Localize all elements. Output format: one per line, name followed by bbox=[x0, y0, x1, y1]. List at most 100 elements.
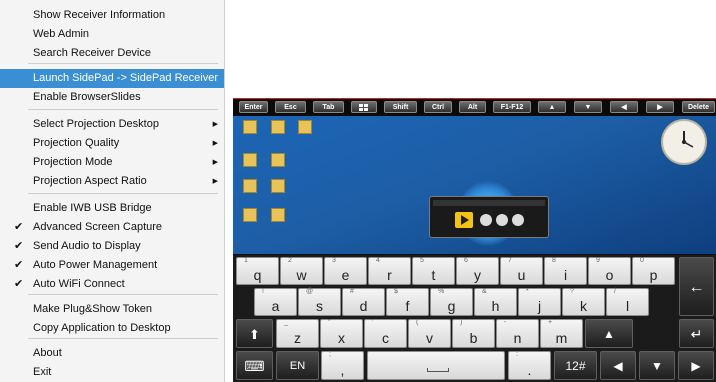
desktop-folder-icon[interactable] bbox=[243, 208, 257, 222]
menu-item-make-plug-show-token[interactable]: Make Plug&Show Token bbox=[0, 300, 224, 319]
shift-key[interactable]: ⬆ bbox=[236, 319, 273, 348]
next-button[interactable] bbox=[512, 214, 524, 226]
menu-item-web-admin[interactable]: Web Admin bbox=[0, 25, 224, 44]
key-secondary-label: " bbox=[328, 319, 331, 326]
desktop-folder-icon[interactable] bbox=[298, 120, 312, 134]
menu-separator bbox=[28, 338, 218, 339]
enter-key[interactable]: ↵ bbox=[679, 319, 714, 348]
menu-item-auto-wifi-connect[interactable]: ✔ Auto WiFi Connect bbox=[0, 275, 224, 294]
arrow-left-key[interactable]: ◀ bbox=[600, 351, 636, 380]
key-c[interactable]: ' c bbox=[364, 319, 407, 348]
toolbar-key-tab[interactable]: Tab bbox=[313, 101, 344, 113]
menu-item-label: Projection Aspect Ratio bbox=[33, 175, 147, 187]
key-secondary-label: ; bbox=[329, 351, 331, 358]
desktop-folder-icon[interactable] bbox=[271, 179, 285, 193]
key-x[interactable]: " x bbox=[320, 319, 363, 348]
menu-item-enable-iwb-usb-bridge[interactable]: Enable IWB USB Bridge bbox=[0, 199, 224, 218]
menu-item-advanced-screen-capture[interactable]: ✔ Advanced Screen Capture bbox=[0, 218, 224, 237]
key-e[interactable]: 3e bbox=[324, 257, 367, 285]
key-z[interactable]: _ z bbox=[276, 319, 319, 348]
menu-item-label: Enable IWB USB Bridge bbox=[33, 202, 152, 214]
key-l[interactable]: / l bbox=[606, 288, 649, 316]
menu-item-show-receiver-information[interactable]: Show Receiver Information bbox=[0, 6, 224, 25]
toolbar-key-shift[interactable]: Shift bbox=[384, 101, 417, 113]
desktop-folder-icon[interactable] bbox=[271, 153, 285, 167]
symbols-key[interactable]: 12# bbox=[554, 351, 597, 380]
key-f[interactable]: $ f bbox=[386, 288, 429, 316]
play-button[interactable] bbox=[455, 212, 473, 228]
hide-keyboard-key[interactable]: ⌨ bbox=[236, 351, 273, 380]
toolbar-key-left[interactable]: ◀ bbox=[610, 101, 638, 113]
key-k[interactable]: ? k bbox=[562, 288, 605, 316]
toolbar-key-alt[interactable]: Alt bbox=[459, 101, 486, 113]
menu-item-send-audio-to-display[interactable]: ✔ Send Audio to Display bbox=[0, 237, 224, 256]
toolbar-key-f1-f12[interactable]: F1-F12 bbox=[493, 101, 531, 113]
menu-item-search-receiver-device[interactable]: Search Receiver Device bbox=[0, 44, 224, 63]
key-r[interactable]: 4r bbox=[368, 257, 411, 285]
menu-item-auto-power-management[interactable]: ✔ Auto Power Management bbox=[0, 256, 224, 275]
key-p[interactable]: 0p bbox=[632, 257, 675, 285]
key-y[interactable]: 6y bbox=[456, 257, 499, 285]
language-key[interactable]: EN bbox=[276, 351, 319, 380]
desktop-folder-icon[interactable] bbox=[243, 153, 257, 167]
menu-separator bbox=[28, 294, 218, 295]
key-d[interactable]: # d bbox=[342, 288, 385, 316]
key-m[interactable]: + m bbox=[540, 319, 583, 348]
menu-item-label: Enable BrowserSlides bbox=[33, 91, 141, 103]
media-player-window[interactable] bbox=[429, 196, 549, 238]
desktop-folder-icon[interactable] bbox=[271, 120, 285, 134]
remote-desktop[interactable] bbox=[233, 116, 716, 254]
key-comma[interactable]: ;, bbox=[321, 351, 364, 380]
menu-item-exit[interactable]: Exit bbox=[0, 363, 224, 382]
menu-item-projection-quality[interactable]: Projection Quality ▶ bbox=[0, 134, 224, 153]
key-o[interactable]: 9o bbox=[588, 257, 631, 285]
key-j[interactable]: * j bbox=[518, 288, 561, 316]
arrow-down-key[interactable]: ▼ bbox=[639, 351, 675, 380]
arrow-right-key[interactable]: ▶ bbox=[678, 351, 714, 380]
toolbar-key-right[interactable]: ▶ bbox=[646, 101, 674, 113]
toolbar-key-esc[interactable]: Esc bbox=[275, 101, 306, 113]
key-secondary-label: ' bbox=[372, 319, 374, 326]
backspace-key[interactable]: ← bbox=[679, 257, 714, 316]
menu-item-select-projection-desktop[interactable]: Select Projection Desktop ▶ bbox=[0, 115, 224, 134]
menu-item-projection-aspect-ratio[interactable]: Projection Aspect Ratio ▶ bbox=[0, 172, 224, 191]
arrow-up-key[interactable]: ▲ bbox=[585, 319, 633, 348]
context-menu: Show Receiver Information Web Admin Search… bbox=[0, 0, 225, 382]
toolbar-key-enter[interactable]: Enter bbox=[239, 101, 268, 113]
stop-button[interactable] bbox=[480, 214, 492, 226]
key-secondary-label: 2 bbox=[288, 257, 292, 264]
key-secondary-label: $ bbox=[394, 288, 398, 295]
desktop-folder-icon[interactable] bbox=[243, 120, 257, 134]
key-n[interactable]: -n bbox=[496, 319, 539, 348]
key-u[interactable]: 7u bbox=[500, 257, 543, 285]
key-primary-label: x bbox=[338, 330, 345, 346]
menu-item-copy-application-to-desktop[interactable]: Copy Application to Desktop bbox=[0, 319, 224, 338]
toolbar-key-windows[interactable] bbox=[351, 101, 377, 113]
menu-item-label: Send Audio to Display bbox=[33, 240, 141, 252]
toolbar-key-up[interactable]: ▲ bbox=[538, 101, 566, 113]
menu-item-projection-mode[interactable]: Projection Mode ▶ bbox=[0, 153, 224, 172]
key-t[interactable]: 5t bbox=[412, 257, 455, 285]
toolbar-key-delete[interactable]: Delete bbox=[682, 101, 715, 113]
key-primary-label: v bbox=[426, 330, 433, 346]
desktop-folder-icon[interactable] bbox=[271, 208, 285, 222]
key-w[interactable]: 2w bbox=[280, 257, 323, 285]
key-period[interactable]: :. bbox=[508, 351, 551, 380]
key-i[interactable]: 8i bbox=[544, 257, 587, 285]
key-g[interactable]: % g bbox=[430, 288, 473, 316]
key-q[interactable]: 1q bbox=[236, 257, 279, 285]
toolbar-key-down[interactable]: ▼ bbox=[574, 101, 602, 113]
toolbar-key-ctrl[interactable]: Ctrl bbox=[424, 101, 452, 113]
key-b[interactable]: ) b bbox=[452, 319, 495, 348]
menu-item-launch-sidepad[interactable]: Launch SidePad -> SidePad Receiver bbox=[0, 69, 224, 88]
key-primary-label: o bbox=[605, 267, 614, 283]
space-key[interactable] bbox=[367, 351, 505, 380]
menu-item-enable-browserslides[interactable]: Enable BrowserSlides bbox=[0, 88, 224, 107]
key-h[interactable]: & h bbox=[474, 288, 517, 316]
menu-item-about[interactable]: About bbox=[0, 344, 224, 363]
desktop-folder-icon[interactable] bbox=[243, 179, 257, 193]
pause-button[interactable] bbox=[496, 214, 508, 226]
key-s[interactable]: @ s bbox=[298, 288, 341, 316]
key-v[interactable]: (v bbox=[408, 319, 451, 348]
key-a[interactable]: ! a bbox=[254, 288, 297, 316]
